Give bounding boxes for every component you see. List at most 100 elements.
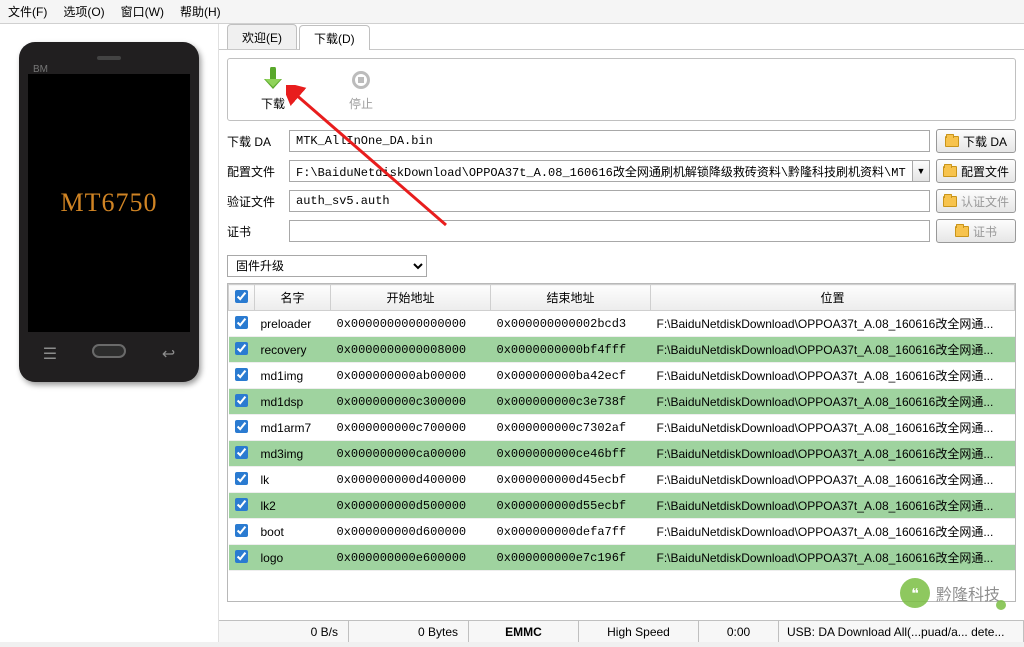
table-row[interactable]: md1img 0x000000000ab00000 0x000000000ba4… bbox=[229, 363, 1015, 389]
device-model: MT6750 bbox=[61, 188, 158, 218]
menubar: 文件(F) 选项(O) 窗口(W) 帮助(H) bbox=[0, 0, 1024, 24]
select-all-checkbox[interactable] bbox=[235, 290, 248, 303]
cell-location: F:\BaiduNetdiskDownload\OPPOA37t_A.08_16… bbox=[651, 311, 1015, 337]
table-row[interactable]: preloader 0x0000000000000000 0x000000000… bbox=[229, 311, 1015, 337]
table-row[interactable]: md3img 0x000000000ca00000 0x000000000ce4… bbox=[229, 441, 1015, 467]
cert-label: 证书 bbox=[227, 223, 283, 240]
action-bar: 下载 停止 bbox=[227, 58, 1016, 121]
status-usb: USB: DA Download All(...puad/a... dete..… bbox=[779, 621, 1024, 642]
browse-auth-button[interactable]: 认证文件 bbox=[936, 189, 1016, 213]
cell-end: 0x000000000c7302af bbox=[491, 415, 651, 441]
table-row[interactable]: lk 0x000000000d400000 0x000000000d45ecbf… bbox=[229, 467, 1015, 493]
browse-scatter-button[interactable]: 配置文件 bbox=[936, 159, 1016, 183]
cell-name: logo bbox=[255, 545, 331, 571]
browse-da-button[interactable]: 下载 DA bbox=[936, 129, 1016, 153]
folder-icon bbox=[945, 136, 959, 147]
cell-name: md1arm7 bbox=[255, 415, 331, 441]
folder-icon bbox=[955, 226, 969, 237]
table-row[interactable]: logo 0x000000000e600000 0x000000000e7c19… bbox=[229, 545, 1015, 571]
cell-end: 0x000000000defa7ff bbox=[491, 519, 651, 545]
stop-button: 停止 bbox=[334, 67, 388, 112]
cell-end: 0x000000000ce46bff bbox=[491, 441, 651, 467]
tab-bar: 欢迎(E) 下载(D) bbox=[219, 24, 1024, 50]
da-label: 下载 DA bbox=[227, 133, 283, 150]
cell-end: 0x000000000e7c196f bbox=[491, 545, 651, 571]
cell-end: 0x000000000d55ecbf bbox=[491, 493, 651, 519]
cell-start: 0x000000000e600000 bbox=[331, 545, 491, 571]
cell-start: 0x000000000d400000 bbox=[331, 467, 491, 493]
cell-location: F:\BaiduNetdiskDownload\OPPOA37t_A.08_16… bbox=[651, 337, 1015, 363]
menu-window[interactable]: 窗口(W) bbox=[121, 3, 164, 20]
menu-options[interactable]: 选项(O) bbox=[63, 3, 104, 20]
home-hw-button bbox=[92, 344, 126, 358]
browse-cert-button[interactable]: 证书 bbox=[936, 219, 1016, 243]
cell-start: 0x000000000ca00000 bbox=[331, 441, 491, 467]
download-mode-select[interactable]: 固件升级 bbox=[227, 255, 427, 277]
row-checkbox[interactable] bbox=[235, 316, 248, 329]
cell-end: 0x000000000ba42ecf bbox=[491, 363, 651, 389]
col-end[interactable]: 结束地址 bbox=[491, 285, 651, 311]
cell-start: 0x000000000d600000 bbox=[331, 519, 491, 545]
auth-label: 验证文件 bbox=[227, 193, 283, 210]
cell-location: F:\BaiduNetdiskDownload\OPPOA37t_A.08_16… bbox=[651, 519, 1015, 545]
menu-file[interactable]: 文件(F) bbox=[8, 3, 47, 20]
cell-start: 0x000000000d500000 bbox=[331, 493, 491, 519]
cell-end: 0x000000000002bcd3 bbox=[491, 311, 651, 337]
scatter-path-input[interactable] bbox=[289, 160, 912, 182]
table-row[interactable]: boot 0x000000000d600000 0x000000000defa7… bbox=[229, 519, 1015, 545]
cell-end: 0x000000000c3e738f bbox=[491, 389, 651, 415]
folder-icon bbox=[943, 166, 957, 177]
cell-name: lk2 bbox=[255, 493, 331, 519]
status-bar: 0 B/s 0 Bytes EMMC High Speed 0:00 USB: … bbox=[219, 620, 1024, 642]
row-checkbox[interactable] bbox=[235, 446, 248, 459]
cell-name: md1img bbox=[255, 363, 331, 389]
cell-start: 0x000000000ab00000 bbox=[331, 363, 491, 389]
cell-location: F:\BaiduNetdiskDownload\OPPOA37t_A.08_16… bbox=[651, 545, 1015, 571]
cell-name: recovery bbox=[255, 337, 331, 363]
row-checkbox[interactable] bbox=[235, 472, 248, 485]
status-bytes: 0 Bytes bbox=[349, 621, 469, 642]
cell-location: F:\BaiduNetdiskDownload\OPPOA37t_A.08_16… bbox=[651, 467, 1015, 493]
cell-start: 0x0000000000000000 bbox=[331, 311, 491, 337]
status-speed: High Speed bbox=[579, 621, 699, 642]
folder-icon bbox=[943, 196, 957, 207]
auth-path-input[interactable] bbox=[289, 190, 930, 212]
cell-location: F:\BaiduNetdiskDownload\OPPOA37t_A.08_16… bbox=[651, 389, 1015, 415]
scatter-label: 配置文件 bbox=[227, 163, 283, 180]
cell-start: 0x000000000c300000 bbox=[331, 389, 491, 415]
col-name[interactable]: 名字 bbox=[255, 285, 331, 311]
table-row[interactable]: md1dsp 0x000000000c300000 0x000000000c3e… bbox=[229, 389, 1015, 415]
row-checkbox[interactable] bbox=[235, 524, 248, 537]
stop-icon bbox=[348, 67, 374, 93]
row-checkbox[interactable] bbox=[235, 498, 248, 511]
row-checkbox[interactable] bbox=[235, 550, 248, 563]
cell-name: boot bbox=[255, 519, 331, 545]
download-button[interactable]: 下载 bbox=[246, 67, 300, 112]
cert-path-input[interactable] bbox=[289, 220, 930, 242]
tab-download[interactable]: 下载(D) bbox=[299, 25, 370, 50]
cell-location: F:\BaiduNetdiskDownload\OPPOA37t_A.08_16… bbox=[651, 415, 1015, 441]
cell-start: 0x000000000c700000 bbox=[331, 415, 491, 441]
status-rate: 0 B/s bbox=[219, 621, 349, 642]
menu-hw-icon: ☰ bbox=[43, 344, 57, 364]
cell-name: lk bbox=[255, 467, 331, 493]
row-checkbox[interactable] bbox=[235, 394, 248, 407]
cell-location: F:\BaiduNetdiskDownload\OPPOA37t_A.08_16… bbox=[651, 441, 1015, 467]
status-storage: EMMC bbox=[469, 621, 579, 642]
table-row[interactable]: md1arm7 0x000000000c700000 0x000000000c7… bbox=[229, 415, 1015, 441]
col-start[interactable]: 开始地址 bbox=[331, 285, 491, 311]
cell-location: F:\BaiduNetdiskDownload\OPPOA37t_A.08_16… bbox=[651, 493, 1015, 519]
col-location[interactable]: 位置 bbox=[651, 285, 1015, 311]
da-path-input[interactable] bbox=[289, 130, 930, 152]
phone-mockup: BM MT6750 ☰ ↩ bbox=[19, 42, 199, 382]
row-checkbox[interactable] bbox=[235, 420, 248, 433]
tab-welcome[interactable]: 欢迎(E) bbox=[227, 24, 297, 49]
status-time: 0:00 bbox=[699, 621, 779, 642]
table-row[interactable]: recovery 0x0000000000008000 0x0000000000… bbox=[229, 337, 1015, 363]
row-checkbox[interactable] bbox=[235, 368, 248, 381]
scatter-dropdown-icon[interactable]: ▼ bbox=[912, 160, 930, 182]
back-hw-icon: ↩ bbox=[162, 344, 175, 364]
row-checkbox[interactable] bbox=[235, 342, 248, 355]
table-row[interactable]: lk2 0x000000000d500000 0x000000000d55ecb… bbox=[229, 493, 1015, 519]
menu-help[interactable]: 帮助(H) bbox=[180, 3, 221, 20]
